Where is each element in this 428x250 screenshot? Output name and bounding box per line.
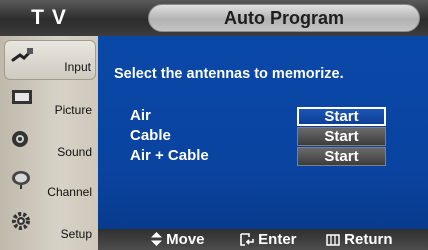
- up-down-arrow-icon: [151, 232, 162, 246]
- hint-label: Return: [344, 231, 393, 248]
- main-panel: Select the antennas to memorize. Air Sta…: [98, 36, 428, 229]
- hint-return: Return: [326, 229, 393, 250]
- hint-move: Move: [151, 229, 205, 250]
- button-hint-bar: Move Enter Return: [98, 229, 428, 250]
- header-bar: T V Auto Program: [0, 0, 428, 36]
- sidebar-item-label: Input: [64, 60, 91, 74]
- sidebar-item-picture[interactable]: Picture: [4, 82, 96, 122]
- option-label: Air: [130, 107, 151, 124]
- start-button-air[interactable]: Start: [297, 107, 386, 126]
- sidebar-item-label: Channel: [47, 185, 92, 199]
- sidebar: Input Picture Sound Channel Setup: [0, 36, 98, 250]
- hint-label: Move: [166, 231, 205, 248]
- satellite-dish-icon: [12, 171, 30, 189]
- sidebar-item-label: Picture: [54, 103, 92, 117]
- option-label: Air + Cable: [130, 147, 209, 164]
- title-pill: Auto Program: [148, 4, 420, 32]
- sidebar-item-sound[interactable]: Sound: [4, 124, 96, 164]
- sidebar-item-setup[interactable]: Setup: [4, 206, 96, 246]
- gear-icon: [12, 212, 30, 230]
- start-button-air-cable[interactable]: Start: [297, 147, 386, 166]
- return-menu-icon: [326, 234, 340, 246]
- option-label: Cable: [130, 127, 171, 144]
- speaker-icon: [12, 131, 28, 147]
- sidebar-item-label: Sound: [57, 145, 92, 159]
- instruction-text: Select the antennas to memorize.: [114, 66, 344, 82]
- sidebar-item-channel[interactable]: Channel: [4, 164, 96, 204]
- tv-osd-screen: T V Auto Program Input Picture Sound Cha…: [0, 0, 428, 250]
- list-item: Air + Cable Start: [130, 146, 410, 166]
- sidebar-item-input[interactable]: Input: [4, 40, 96, 80]
- list-item: Air Start: [130, 106, 410, 126]
- source-label: T V: [31, 6, 67, 29]
- hint-enter: Enter: [240, 229, 297, 250]
- plug-icon: [11, 48, 33, 62]
- hint-label: Enter: [258, 231, 297, 248]
- picture-icon: [12, 90, 32, 104]
- sidebar-item-label: Setup: [60, 227, 92, 241]
- list-item: Cable Start: [130, 126, 410, 146]
- start-button-cable[interactable]: Start: [297, 127, 386, 146]
- enter-icon: [240, 233, 254, 246]
- page-title: Auto Program: [223, 8, 344, 28]
